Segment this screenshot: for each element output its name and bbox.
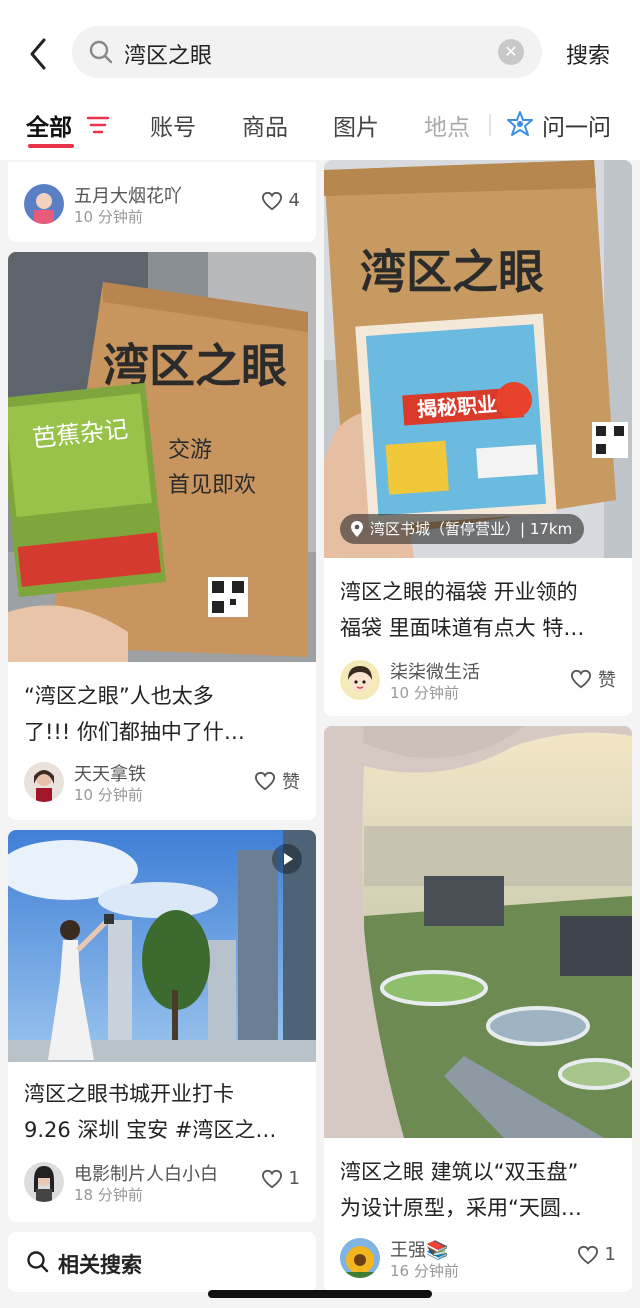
heart-icon xyxy=(577,1245,598,1264)
like-count: 1 xyxy=(288,1168,300,1189)
tab-accounts[interactable]: 账号 xyxy=(150,108,196,142)
note-title-line: 湾区之眼的福袋 开业领的 xyxy=(340,580,578,604)
author-row: 天天拿铁 10 分钟前 赞 xyxy=(24,762,304,806)
heart-icon xyxy=(261,191,282,210)
like-count: 赞 xyxy=(282,772,300,793)
avatar[interactable] xyxy=(24,762,64,802)
related-search-label: 相关搜索 xyxy=(58,1253,142,1277)
search-query[interactable]: 湾区之眼 xyxy=(124,38,212,70)
post-time: 16 分钟前 xyxy=(390,1262,459,1280)
avatar[interactable] xyxy=(24,1162,64,1202)
note-cover-image[interactable]: 湾区之眼 交游 首见即欢 芭蕉杂记 xyxy=(8,252,316,662)
post-time: 10 分钟前 xyxy=(74,208,143,226)
tab-places[interactable]: 地点 xyxy=(424,108,470,142)
like-count: 4 xyxy=(288,190,300,211)
note-title[interactable]: 湾区之眼 建筑以“双玉盘” 为设计原型，采用“天圆… xyxy=(340,1154,582,1226)
author-row: 王强📚 16 分钟前 1 xyxy=(340,1238,620,1282)
like-button[interactable]: 赞 xyxy=(570,666,616,692)
location-text: 湾区书城（暂停营业）| 17km xyxy=(370,520,573,538)
author-name[interactable]: 天天拿铁 xyxy=(74,760,146,786)
active-tab-indicator xyxy=(28,144,74,148)
like-button[interactable]: 赞 xyxy=(254,768,300,794)
note-title-line: 为设计原型，采用“天圆… xyxy=(340,1196,582,1220)
search-input[interactable]: 湾区之眼 ✕ xyxy=(72,26,542,78)
header: 湾区之眼 ✕ 搜索 全部 账号 商品 图片 地点 问一问 xyxy=(0,0,640,160)
avatar[interactable] xyxy=(340,1238,380,1278)
author-name[interactable]: 电影制片人白小白 xyxy=(74,1160,218,1186)
note-card[interactable]: 五月大烟花吖 10 分钟前 4 xyxy=(8,162,316,242)
home-indicator[interactable] xyxy=(208,1290,432,1298)
tab-all[interactable]: 全部 xyxy=(26,108,72,142)
note-card[interactable]: 湾区之眼 揭秘职业 湾区书城（暂停营业）| 17km 湾区之眼的福袋 开业领的 … xyxy=(324,160,632,716)
filter-icon[interactable] xyxy=(86,114,110,136)
note-title[interactable]: 湾区之眼书城开业打卡 9.26 深圳 宝安 #湾区之… xyxy=(24,1076,276,1148)
svg-text:交游: 交游 xyxy=(168,438,212,463)
note-title-line: 湾区之眼 建筑以“双玉盘” xyxy=(340,1160,579,1184)
clear-icon[interactable]: ✕ xyxy=(498,39,524,65)
back-button[interactable] xyxy=(24,34,54,74)
note-title[interactable]: 湾区之眼的福袋 开业领的 福袋 里面味道有点大 特… xyxy=(340,574,584,646)
like-button[interactable]: 4 xyxy=(261,190,300,211)
like-count: 1 xyxy=(604,1244,616,1265)
note-cover-image[interactable]: 湾区之眼 揭秘职业 湾区书城（暂停营业）| 17km xyxy=(324,160,632,558)
location-tag[interactable]: 湾区书城（暂停营业）| 17km xyxy=(340,514,585,544)
related-search[interactable]: 相关搜索 xyxy=(8,1232,316,1292)
tab-bar: 全部 账号 商品 图片 地点 问一问 xyxy=(0,100,640,156)
author-name[interactable]: 五月大烟花吖 xyxy=(74,182,182,208)
note-card[interactable]: 湾区之眼 交游 首见即欢 芭蕉杂记 “湾区之眼”人也太多 了!!! 你们都抽中了… xyxy=(8,252,316,820)
author-row: 柒柒微生活 10 分钟前 赞 xyxy=(340,660,620,704)
back-arrow-icon xyxy=(30,38,46,70)
note-title-line: 了!!! 你们都抽中了什… xyxy=(24,720,245,744)
video-icon xyxy=(272,844,302,874)
note-title-line: 福袋 里面味道有点大 特… xyxy=(340,616,585,640)
cover-text: 湾区之眼 xyxy=(360,245,544,299)
ask-button[interactable]: 问一问 xyxy=(542,108,611,142)
author-name[interactable]: 柒柒微生活 xyxy=(390,658,480,684)
search-button[interactable]: 搜索 xyxy=(566,38,610,70)
tab-divider xyxy=(489,114,491,136)
author-row: 电影制片人白小白 18 分钟前 1 xyxy=(24,1162,304,1206)
author-row: 五月大烟花吖 10 分钟前 4 xyxy=(24,184,304,228)
like-button[interactable]: 1 xyxy=(577,1244,616,1265)
post-time: 10 分钟前 xyxy=(390,684,459,702)
post-time: 10 分钟前 xyxy=(74,786,143,804)
heart-icon xyxy=(261,1169,282,1188)
note-card[interactable]: 湾区之眼书城开业打卡 9.26 深圳 宝安 #湾区之… 电影制片人白小白 18 … xyxy=(8,830,316,1222)
note-card[interactable]: 湾区之眼 建筑以“双玉盘” 为设计原型，采用“天圆… 王强📚 16 分钟前 1 xyxy=(324,726,632,1292)
note-title[interactable]: “湾区之眼”人也太多 了!!! 你们都抽中了什… xyxy=(24,678,245,750)
tab-images[interactable]: 图片 xyxy=(333,108,379,142)
like-count: 赞 xyxy=(598,670,616,691)
note-cover-image[interactable] xyxy=(324,726,632,1138)
post-time: 18 分钟前 xyxy=(74,1186,143,1204)
ask-icon[interactable] xyxy=(506,110,534,138)
note-title-line: 9.26 深圳 宝安 #湾区之… xyxy=(24,1118,277,1142)
like-button[interactable]: 1 xyxy=(261,1168,300,1189)
search-icon xyxy=(27,1251,49,1273)
author-name[interactable]: 王强📚 xyxy=(390,1236,448,1262)
avatar[interactable] xyxy=(24,184,64,224)
note-cover-image[interactable] xyxy=(8,830,316,1062)
note-title-line: “湾区之眼”人也太多 xyxy=(24,684,214,708)
avatar[interactable] xyxy=(340,660,380,700)
note-title-line: 湾区之眼书城开业打卡 xyxy=(24,1082,234,1106)
search-icon xyxy=(89,40,113,64)
svg-text:首见即欢: 首见即欢 xyxy=(168,473,256,498)
heart-icon xyxy=(254,771,276,791)
tab-products[interactable]: 商品 xyxy=(242,108,288,142)
location-pin-icon xyxy=(351,521,363,537)
heart-icon xyxy=(570,669,592,689)
